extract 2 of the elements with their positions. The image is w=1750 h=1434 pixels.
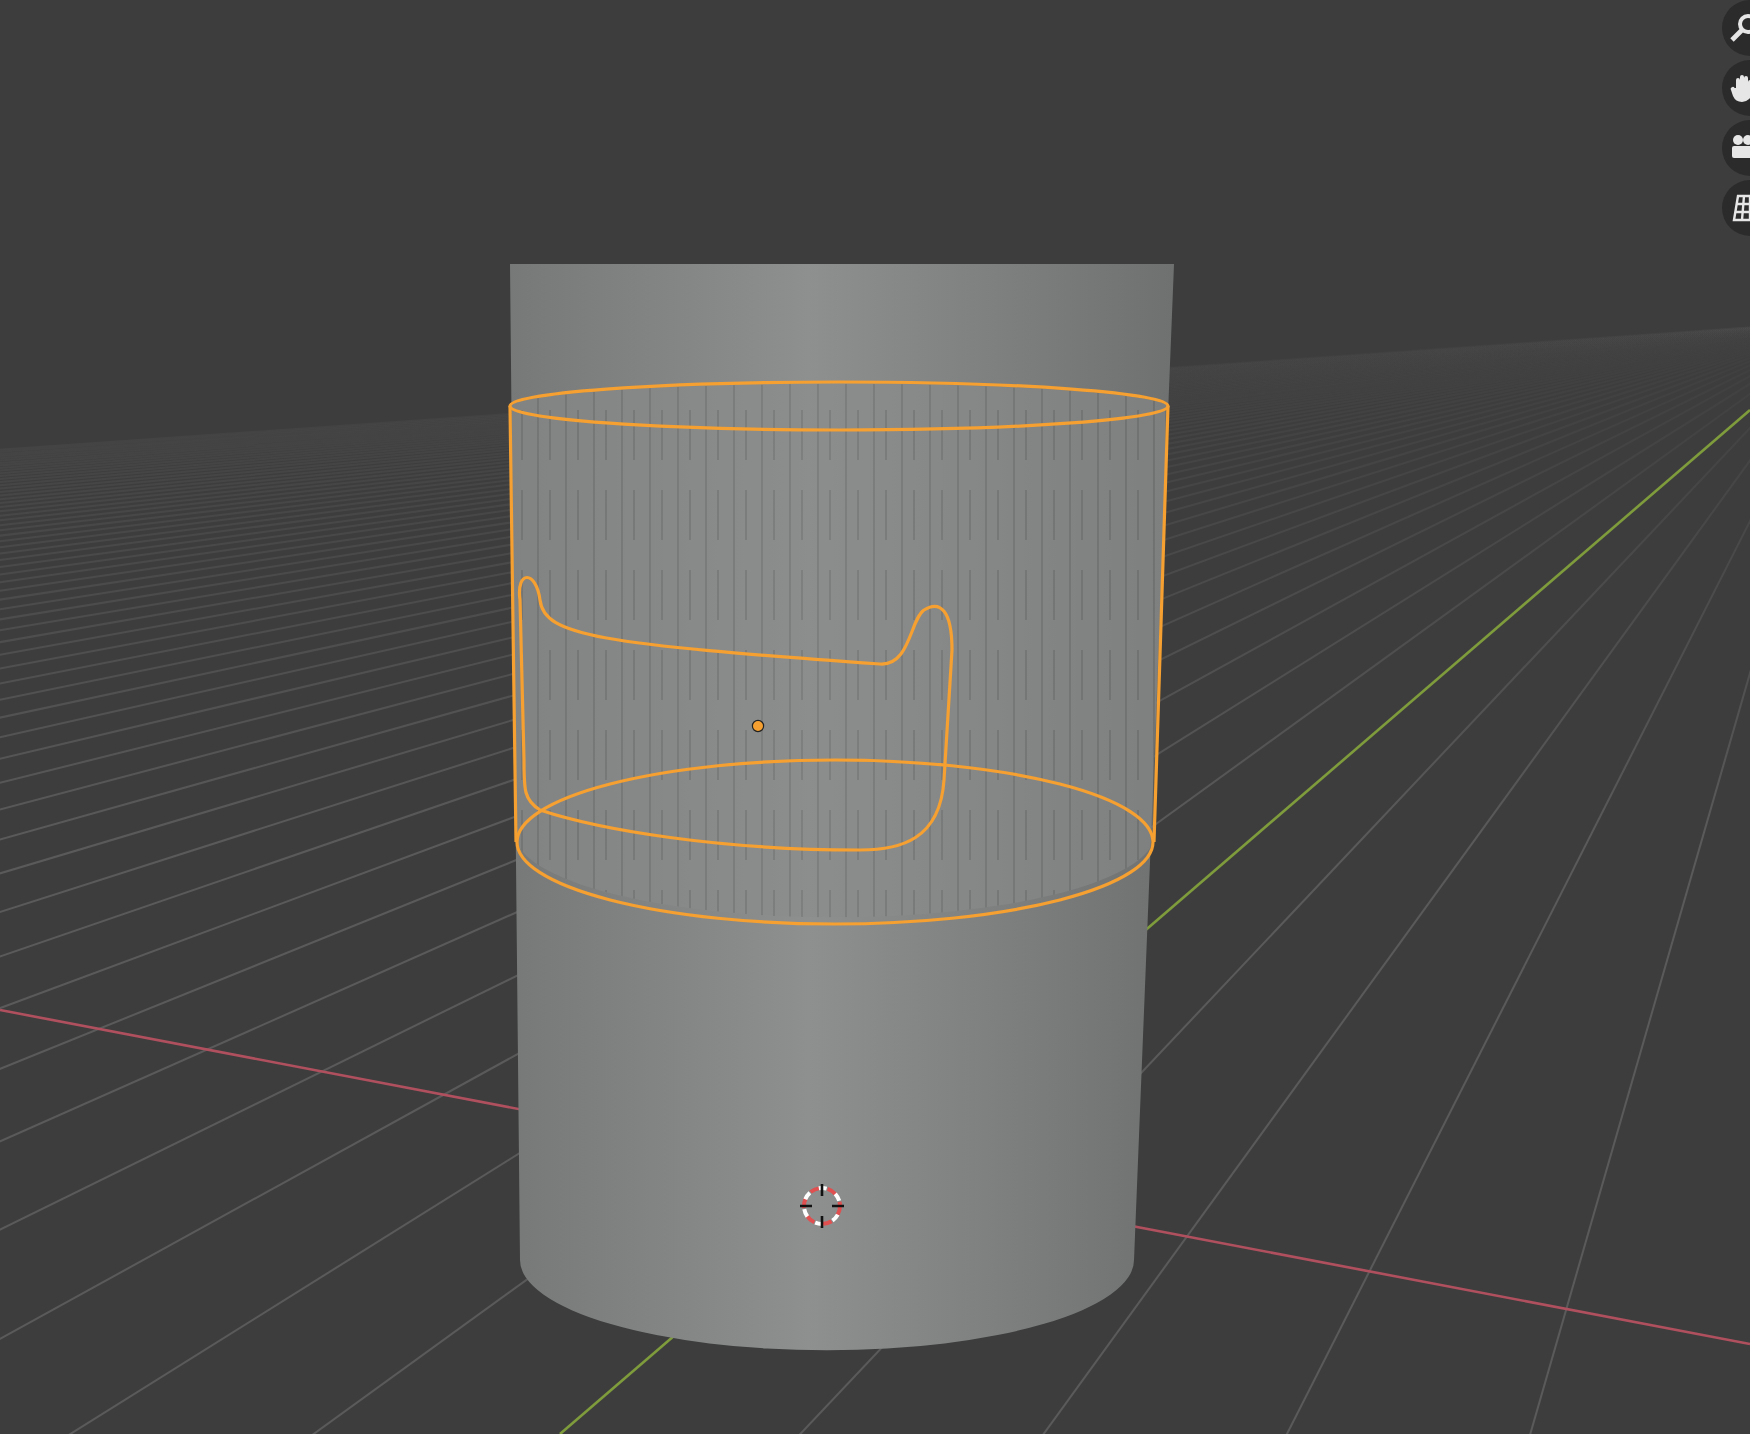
- 3d-cursor-icon: [798, 1182, 846, 1230]
- origin-dot: [751, 719, 765, 733]
